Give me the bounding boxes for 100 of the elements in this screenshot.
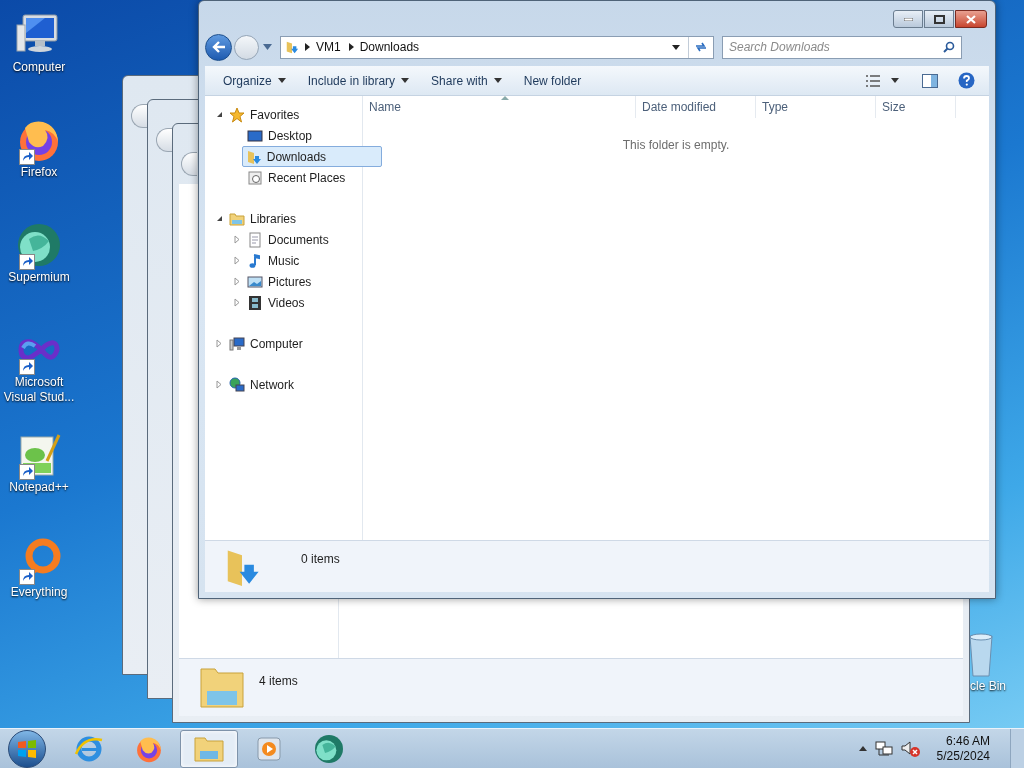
desktop-icon-label: Firefox [19,165,59,180]
play-icon [255,734,283,763]
nav-tree-item[interactable]: Downloads [241,146,382,167]
folder-arrow-icon [245,148,262,165]
refresh-arrows-icon [694,41,708,53]
nav-tree-item[interactable]: Recent Places [243,167,351,188]
details-view-icon [865,73,881,88]
nav-tree-label: Favorites [250,106,300,124]
document-clock-icon [247,169,263,186]
search-field[interactable]: Search Downloads [722,35,962,59]
empty-folder-message: This folder is empty. [622,137,730,154]
desktop-shortcut[interactable]: Supermium [0,218,78,311]
nav-tree-label: Recent Places [268,169,346,187]
status-text: 0 items [301,551,340,568]
close-icon [966,14,976,24]
windows-logo-icon [17,738,37,759]
breadcrumb-item[interactable]: VM1 [316,38,341,56]
nav-tree-item[interactable]: Videos [243,292,310,313]
desktop-shortcut[interactable]: Microsoft Visual Stud... [0,323,78,416]
desktop-shortcut[interactable]: Everything [0,533,78,626]
show-desktop-button[interactable] [1010,728,1024,768]
pane-icon [922,73,938,88]
nav-tree-item[interactable]: Favorites [225,104,305,125]
clock-time: 6:46 AM [945,733,990,749]
nav-tree-item[interactable]: Network [225,374,299,395]
show-hidden-icons-caret[interactable] [858,746,867,751]
network-icon[interactable] [874,740,893,757]
nav-tree-label: Music [268,252,300,270]
nav-tree-item[interactable]: Desktop [243,125,318,146]
expanded-triangle-icon[interactable] [215,111,223,118]
collapsed-triangle-icon[interactable] [216,380,222,389]
back-button[interactable] [205,33,232,61]
column-header[interactable]: Type [756,96,876,118]
desktop-icon-label: cle Bin [970,678,1007,695]
start-button[interactable] [8,729,46,768]
collapsed-triangle-icon[interactable] [234,277,240,286]
muted-speaker-icon[interactable] [900,739,921,758]
taskbar-app-button[interactable] [180,729,238,768]
nav-tree-item[interactable]: Libraries [225,208,302,229]
address-bar[interactable]: VM1 Downloads [280,35,714,59]
toolbar-button[interactable]: Include in library [297,68,420,93]
music-note-icon [247,252,263,269]
nav-tree-item[interactable]: Music [243,250,305,271]
nav-tree-label: Documents [268,231,329,249]
search-icon [943,41,955,53]
nav-tree-label: Desktop [268,127,313,145]
desktop-icon-label: Computer [11,60,67,75]
close-button[interactable] [955,10,987,28]
desktop-icon-label: Everything [9,585,69,600]
desktop-icon-label: Microsoft Visual Stud... [2,375,76,405]
dropdown-caret-icon [891,78,899,83]
status-text: 4 items [259,673,298,690]
library-folder-icon [229,210,245,227]
restore-button[interactable] [924,10,954,28]
toolbar-button[interactable]: New folder [513,68,592,93]
restore-icon [933,14,945,24]
column-header[interactable]: Name [363,96,636,118]
nav-tree-label: Network [250,376,294,394]
nav-tree-item[interactable]: Computer [225,333,308,354]
column-header[interactable]: Date modified [636,96,756,118]
desktop-shortcut[interactable]: Notepad++ [0,428,78,521]
collapsed-triangle-icon[interactable] [216,339,222,348]
desktop-icon-label: Supermium [7,270,71,285]
nav-tree-item[interactable]: Pictures [243,271,317,292]
help-icon [957,72,975,89]
desktop-shortcut[interactable]: Firefox [0,113,78,206]
landscape-picture-icon [247,273,263,290]
clock-date: 5/25/2024 [936,748,990,764]
collapsed-triangle-icon[interactable] [234,298,240,307]
globe-icon [313,732,345,765]
clock[interactable]: 6:46 AM 5/25/2024 [936,733,990,764]
desktop-icon-label: Notepad++ [8,480,70,495]
nav-tree-label: Libraries [250,210,297,228]
nav-tree-label: Computer [250,335,303,353]
nav-tree-label: Downloads [266,148,327,166]
expanded-triangle-icon[interactable] [215,215,223,222]
column-header[interactable]: Size [876,96,956,118]
toolbar-button[interactable]: Share with [421,68,512,93]
document-icon [247,231,263,248]
minimize-icon [903,17,913,21]
back-arrow-icon [211,41,226,53]
breadcrumb-arrow-icon[interactable] [305,43,310,51]
monitor-icon [247,127,263,144]
dropdown-caret-icon[interactable] [672,44,680,50]
history-caret-icon [263,44,272,50]
minimize-button[interactable] [893,10,923,28]
toolbar-button[interactable]: Organize [213,68,296,93]
search-input[interactable]: Search Downloads [729,38,943,56]
nav-tree-label: Pictures [268,273,312,291]
nav-tree-item[interactable]: Documents [243,229,334,250]
film-strip-icon [247,294,263,311]
breadcrumb-arrow-icon[interactable] [348,43,354,51]
collapsed-triangle-icon[interactable] [234,235,240,244]
computer-icon [229,335,245,352]
globe-monitor-icon [229,376,245,393]
breadcrumb-item[interactable]: Downloads [359,38,420,56]
folder-arrow-icon [285,39,299,55]
nav-tree-label: Videos [268,294,305,312]
collapsed-triangle-icon[interactable] [234,256,240,265]
desktop-shortcut[interactable]: Computer [0,8,78,101]
